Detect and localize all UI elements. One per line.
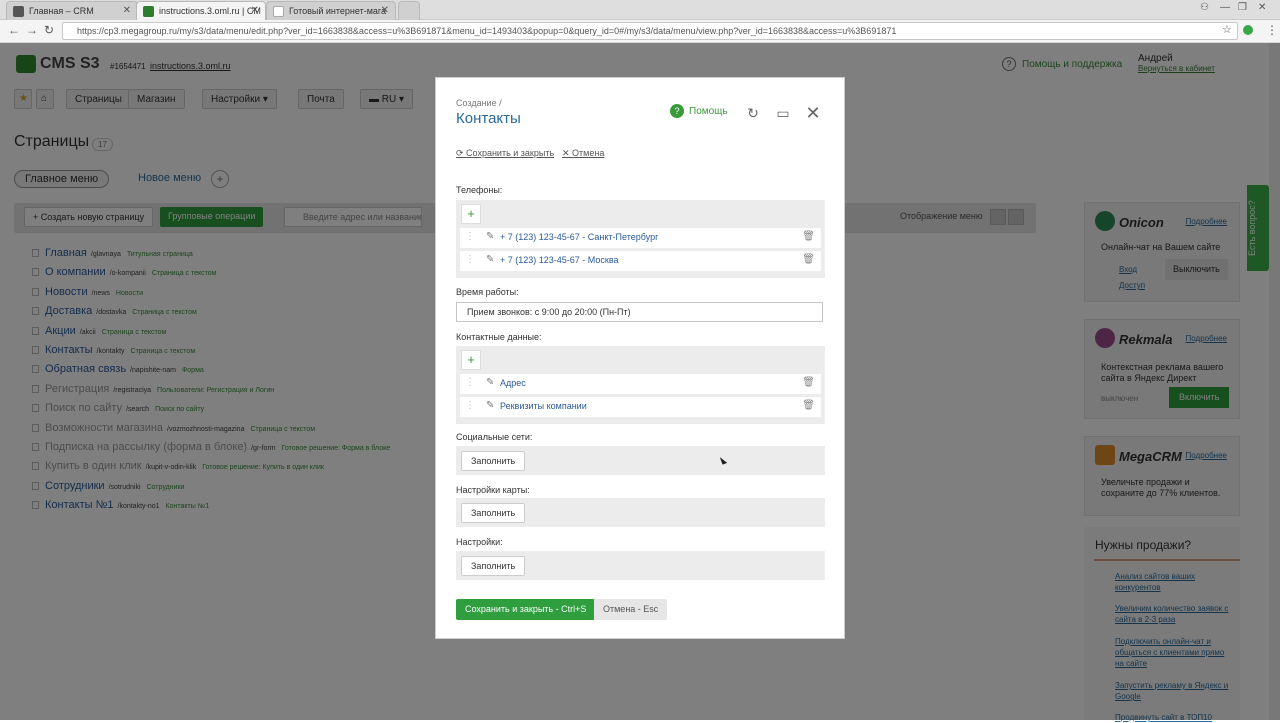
phone-row[interactable]: ⋮ ✎ + 7 (123) 123-45-67 - Санкт-Петербур… bbox=[460, 228, 821, 248]
settings-label: Настройки: bbox=[456, 537, 503, 547]
browser-tabbar: Главная – CRM ✕ instructions.3.oml.ru | … bbox=[0, 0, 1280, 20]
close-icon[interactable]: ✕ bbox=[805, 104, 821, 122]
social-fill-button[interactable]: Заполнить bbox=[461, 451, 526, 471]
trash-icon[interactable]: 🗑 bbox=[802, 254, 815, 265]
hours-input[interactable]: Прием звонков: с 9:00 до 20:00 (Пн-Пт) bbox=[456, 302, 823, 322]
social-panel: Заполнить bbox=[456, 446, 825, 475]
edit-icon[interactable]: ✎ bbox=[486, 254, 494, 265]
refresh-icon[interactable]: ↻ bbox=[745, 105, 761, 121]
cancel-button[interactable]: Отмена - Esc bbox=[594, 599, 668, 620]
close-icon[interactable]: ✕ bbox=[381, 5, 389, 16]
map-fill-button[interactable]: Заполнить bbox=[461, 503, 526, 523]
contacts-modal: Создание / Контакты ? Помощь ↻ ▭ ✕ ⟳ Сохр… bbox=[435, 77, 845, 639]
browser-menu-icon[interactable]: ⋮ bbox=[1266, 23, 1278, 37]
crm-favicon-icon bbox=[13, 6, 24, 17]
extension-icon[interactable] bbox=[1243, 25, 1253, 35]
forward-icon[interactable]: → bbox=[26, 23, 38, 37]
drag-handle-icon[interactable]: ⋮ bbox=[465, 400, 475, 411]
browser-tab[interactable]: Главная – CRM ✕ bbox=[6, 1, 138, 20]
edit-icon[interactable]: ✎ bbox=[486, 377, 494, 388]
trash-icon[interactable]: 🗑 bbox=[802, 377, 815, 388]
save-button[interactable]: Сохранить и закрыть - Ctrl+S bbox=[456, 599, 596, 620]
back-icon[interactable]: ← bbox=[8, 23, 20, 37]
modal-title: Контакты bbox=[456, 110, 521, 127]
breadcrumb: Создание / bbox=[456, 98, 502, 108]
social-label: Социальные сети: bbox=[456, 432, 533, 442]
add-phone-button[interactable]: + bbox=[461, 204, 481, 224]
window-close-icon[interactable]: ✕ bbox=[1258, 2, 1266, 13]
maximize-icon[interactable]: ❐ bbox=[1238, 2, 1247, 13]
drag-handle-icon[interactable]: ⋮ bbox=[465, 231, 475, 242]
trash-icon[interactable]: 🗑 bbox=[802, 400, 815, 411]
phones-label: Телефоны: bbox=[456, 185, 503, 195]
window-icon[interactable]: ▭ bbox=[775, 105, 791, 121]
reload-icon[interactable]: ↻ bbox=[44, 23, 54, 37]
bookmark-star-icon[interactable]: ☆ bbox=[1222, 23, 1232, 36]
minimize-icon[interactable]: — bbox=[1220, 2, 1230, 13]
address-bar: ← → ↻ https://cp3.megagroup.ru/my/s3/dat… bbox=[0, 20, 1280, 43]
settings-fill-button[interactable]: Заполнить bbox=[461, 556, 526, 576]
user-icon[interactable]: ⚇ bbox=[1200, 2, 1209, 13]
cms-favicon-icon bbox=[143, 6, 154, 17]
drag-handle-icon[interactable]: ⋮ bbox=[465, 377, 475, 388]
contact-row[interactable]: ⋮ ✎ Адрес 🗑 bbox=[460, 374, 821, 394]
map-label: Настройки карты: bbox=[456, 485, 530, 495]
browser-tab-active[interactable]: instructions.3.oml.ru | CM ✕ bbox=[136, 1, 266, 20]
close-icon[interactable]: ✕ bbox=[123, 5, 131, 16]
browser-tab[interactable]: Готовый интернет-мага ✕ bbox=[266, 1, 396, 20]
help-icon: ? bbox=[670, 104, 684, 118]
phones-panel: + ⋮ ✎ + 7 (123) 123-45-67 - Санкт-Петерб… bbox=[456, 200, 825, 278]
page-favicon-icon bbox=[273, 6, 284, 17]
settings-panel: Заполнить bbox=[456, 551, 825, 580]
save-close-link[interactable]: ⟳ Сохранить и закрыть bbox=[456, 148, 554, 159]
contacts-label: Контактные данные: bbox=[456, 332, 542, 342]
phone-row[interactable]: ⋮ ✎ + 7 (123) 123-45-67 - Москва 🗑 bbox=[460, 251, 821, 271]
contacts-panel: + ⋮ ✎ Адрес 🗑 ⋮ ✎ Реквизиты компании 🗑 bbox=[456, 346, 825, 424]
map-panel: Заполнить bbox=[456, 498, 825, 527]
url-field[interactable]: https://cp3.megagroup.ru/my/s3/data/menu… bbox=[62, 22, 1238, 40]
modal-help-link[interactable]: ? Помощь bbox=[670, 104, 728, 118]
new-tab-button[interactable] bbox=[398, 1, 420, 20]
cancel-link[interactable]: ✕ Отмена bbox=[562, 148, 604, 159]
trash-icon[interactable]: 🗑 bbox=[802, 231, 815, 242]
close-icon[interactable]: ✕ bbox=[251, 5, 259, 16]
add-contact-button[interactable]: + bbox=[461, 350, 481, 370]
drag-handle-icon[interactable]: ⋮ bbox=[465, 254, 475, 265]
hours-label: Время работы: bbox=[456, 287, 519, 297]
contact-row[interactable]: ⋮ ✎ Реквизиты компании 🗑 bbox=[460, 397, 821, 417]
edit-icon[interactable]: ✎ bbox=[486, 400, 494, 411]
edit-icon[interactable]: ✎ bbox=[486, 231, 494, 242]
